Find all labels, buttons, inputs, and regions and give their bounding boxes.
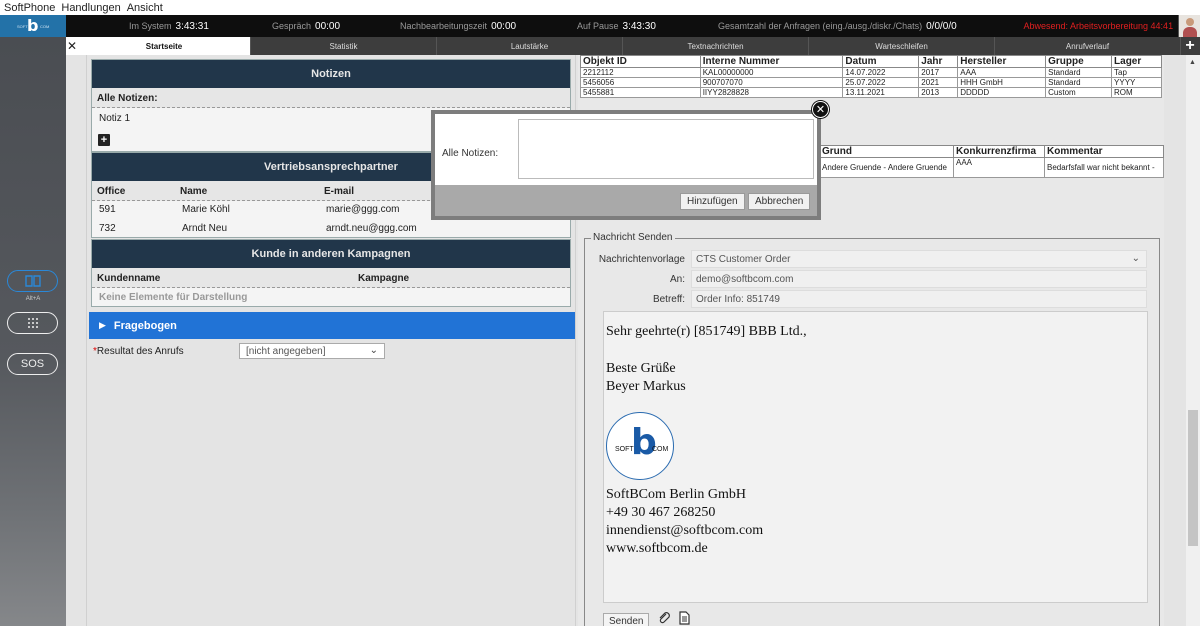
paperclip-icon[interactable]	[657, 611, 671, 626]
notes-header: Notizen	[92, 60, 570, 88]
tab-lautstaerke[interactable]: Lautstärke	[437, 37, 623, 55]
dialpad-button[interactable]	[7, 312, 58, 334]
status-bar: SOFT b COM Im System 3:43:31 Gespräch 00:00 …	[0, 15, 1200, 37]
send-button[interactable]: Senden	[603, 613, 650, 626]
company-text: SoftBCom Berlin GmbH	[606, 487, 747, 502]
menu-ansicht[interactable]: Ansicht	[127, 2, 163, 14]
sos-button[interactable]: SOS	[7, 353, 58, 375]
add-button[interactable]: Hinzufügen	[680, 193, 745, 210]
email-text: innendienst@softbcom.com	[606, 523, 764, 538]
triangle-right-icon: ▶	[99, 320, 106, 330]
resultat-select[interactable]: [nicht angegeben] ⌄	[239, 343, 385, 359]
book-icon	[24, 275, 41, 287]
status-call: Gespräch 00:00	[272, 21, 341, 32]
resultat-label: *Resultat des Anrufs	[93, 346, 184, 357]
user-avatar[interactable]	[1178, 15, 1200, 37]
chevron-down-icon: ⌄	[1131, 253, 1140, 264]
tab-bar: ✕ Startseite Statistik Lautstärke Textna…	[66, 37, 1200, 55]
objects-table: Objekt ID Interne Nummer Datum Jahr Hers…	[580, 55, 1162, 98]
table-row[interactable]: 732 Arndt Neu arndt.neu@ggg.com	[92, 218, 570, 238]
to-field[interactable]: demo@softbcom.com	[691, 270, 1147, 288]
campaigns-header: Kunde in anderen Kampagnen	[92, 240, 570, 268]
campaigns-empty-message: Keine Elemente für Darstellung	[99, 292, 248, 303]
greeting-text: Sehr geehrte(r) [851749] BBB Ltd.,	[606, 324, 807, 339]
menu-bar: SoftPhone Handlungen Ansicht	[0, 0, 1200, 15]
objects-table-header: Objekt ID Interne Nummer Datum Jahr Hers…	[580, 55, 1162, 68]
away-status-dropdown[interactable]: Abwesend: Arbeitsvorbereitung 44:41▼	[1023, 21, 1184, 31]
status-post-processing: Nachbearbeitungszeit 00:00	[400, 21, 517, 32]
left-sidebar: Alt+A SOS	[0, 37, 66, 626]
alt-a-label: Alt+A	[25, 296, 41, 302]
closing-text: Beste Grüße	[606, 361, 676, 376]
menu-handlungen[interactable]: Handlungen	[61, 2, 120, 14]
add-note-button[interactable]: +	[98, 134, 110, 146]
add-note-dialog: Alle Notizen: Hinzufügen Abbrechen	[431, 110, 821, 220]
table-row[interactable]: 5455881 IIYY2828828 13.11.2021 2013 DDDDD Cus…	[580, 87, 1162, 98]
signature-logo: SOFT b COM	[606, 412, 674, 480]
phone-text: +49 30 467 268250	[606, 505, 716, 520]
fragebogen-accordion[interactable]: ▶ Fragebogen	[89, 312, 575, 339]
vertical-scrollbar[interactable]: ▲	[1186, 55, 1200, 626]
message-body-editor[interactable]: Sehr geehrte(r) [851749] BBB Ltd., Beste…	[603, 311, 1148, 603]
campaigns-section: Kunde in anderen Kampagnen Kundenname Ka…	[91, 239, 571, 307]
web-text: www.softbcom.de	[606, 541, 708, 556]
tab-statistik[interactable]: Statistik	[251, 37, 437, 55]
table-row[interactable]: 2212112 KAL00000000 14.07.2022 2017 AAA Stand…	[580, 67, 1162, 78]
close-dialog-icon[interactable]: ✕	[812, 101, 829, 118]
scrollbar-thumb[interactable]	[1188, 410, 1198, 546]
tab-anrufverlauf[interactable]: Anrufverlauf	[995, 37, 1181, 55]
subject-field[interactable]: Order Info: 851749	[691, 290, 1147, 308]
table-row[interactable]: Andere Gruende - Andere Gruende AAA Beda…	[819, 157, 1164, 178]
tab-startseite[interactable]: Startseite	[78, 37, 251, 55]
document-icon[interactable]	[677, 611, 691, 626]
softbcom-logo: SOFT b COM	[0, 15, 66, 37]
status-pause: Auf Pause 3:43:30	[577, 21, 656, 32]
subject-row: Betreff: Order Info: 851749	[597, 290, 1147, 308]
send-message-fieldset: Nachricht Senden Nachrichtenvorlage CTS …	[584, 232, 1160, 626]
scroll-up-icon[interactable]: ▲	[1189, 59, 1196, 66]
address-book-button[interactable]	[7, 270, 58, 292]
status-total-requests: Gesamtzahl der Anfragen (eing./ausg./dis…	[718, 21, 957, 32]
add-tab-icon[interactable]: +	[1180, 37, 1200, 55]
status-in-system: Im System 3:43:31	[129, 21, 209, 32]
tab-textnachrichten[interactable]: Textnachrichten	[623, 37, 809, 55]
campaigns-table-header: Kundenname Kampagne	[92, 268, 570, 288]
chevron-down-icon: ⌄	[369, 345, 378, 356]
to-row: An: demo@softbcom.com	[597, 270, 1147, 288]
send-message-legend: Nachricht Senden	[591, 232, 675, 243]
dialog-notes-label: Alle Notizen:	[442, 148, 499, 159]
notes-all-label-row: Alle Notizen:	[92, 88, 570, 108]
competitors-table-header: Grund Konkurrenzfirma Kommentar	[819, 145, 1164, 158]
close-tab-icon[interactable]: ✕	[66, 37, 78, 55]
dialpad-icon	[27, 318, 38, 328]
menu-softphone[interactable]: SoftPhone	[4, 2, 55, 14]
template-row: Nachrichtenvorlage CTS Customer Order ⌄	[597, 250, 1147, 268]
template-select[interactable]: CTS Customer Order ⌄	[691, 250, 1147, 268]
table-row[interactable]: 5456056 900707070 25.07.2022 2021 HHH GmbH St…	[580, 77, 1162, 88]
sender-text: Beyer Markus	[606, 379, 686, 394]
dialog-footer: Hinzufügen Abbrechen	[435, 185, 817, 216]
cancel-button[interactable]: Abbrechen	[748, 193, 811, 210]
note-textarea[interactable]	[518, 119, 814, 179]
tab-warteschleifen[interactable]: Warteschleifen	[809, 37, 995, 55]
competitors-table: Grund Konkurrenzfirma Kommentar Andere G…	[819, 145, 1164, 178]
